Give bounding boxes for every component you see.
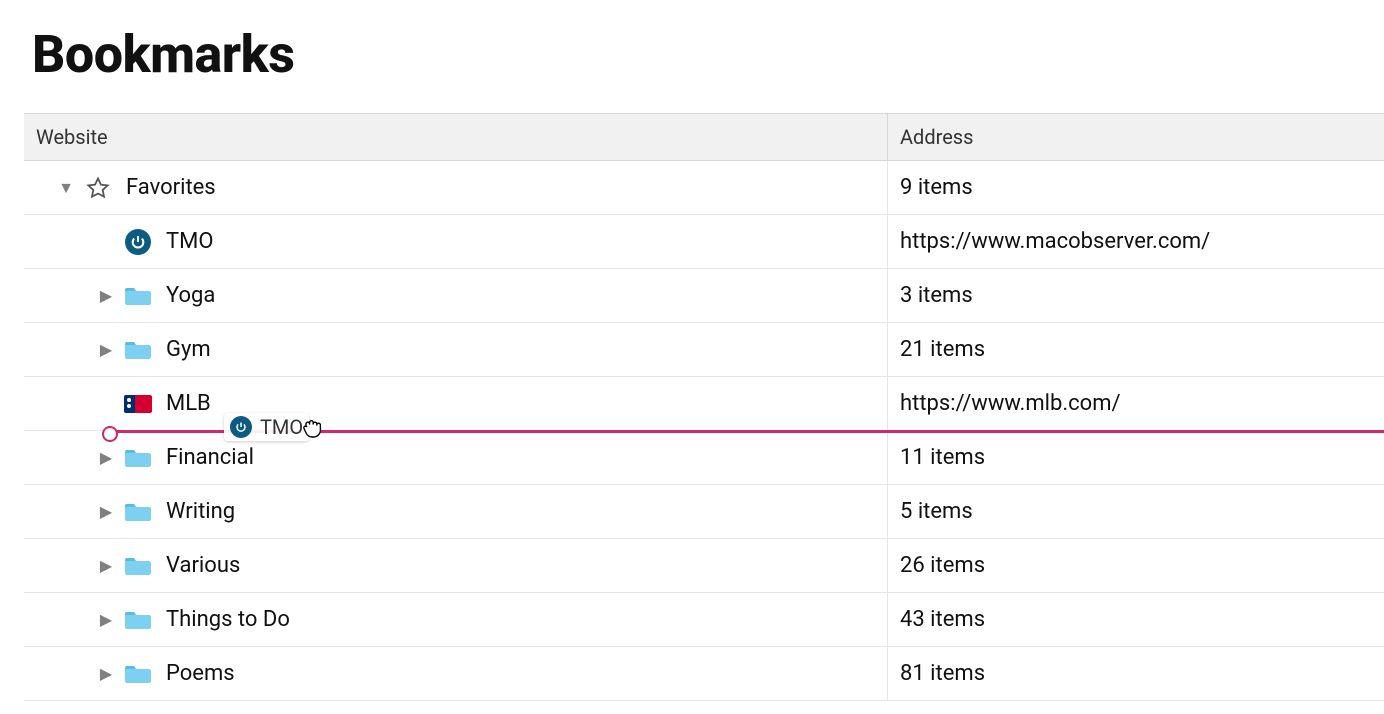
favorites-label: Favorites bbox=[126, 175, 216, 200]
drag-ghost-label: TMO bbox=[260, 415, 303, 439]
bookmark-row-tmo[interactable]: ▶ TMO https://www.macobserver.com/ bbox=[24, 215, 1384, 269]
disclosure-triangle-right-icon[interactable]: ▶ bbox=[94, 448, 118, 467]
folder-icon bbox=[122, 604, 154, 636]
folder-icon bbox=[122, 280, 154, 312]
folder-row-poems[interactable]: ▶ Poems 81 items bbox=[24, 647, 1384, 701]
bookmark-address: https://www.macobserver.com/ bbox=[888, 215, 1384, 268]
folder-icon bbox=[122, 442, 154, 474]
folder-count: 11 items bbox=[888, 431, 1384, 484]
folder-label: Things to Do bbox=[166, 607, 290, 632]
folder-count: 81 items bbox=[888, 647, 1384, 700]
folder-row-writing[interactable]: ▶ Writing 5 items bbox=[24, 485, 1384, 539]
disclosure-triangle-right-icon[interactable]: ▶ bbox=[94, 340, 118, 359]
folder-count: 43 items bbox=[888, 593, 1384, 646]
folder-icon bbox=[122, 496, 154, 528]
folder-row-various[interactable]: ▶ Various 26 items bbox=[24, 539, 1384, 593]
disclosure-triangle-right-icon[interactable]: ▶ bbox=[94, 556, 118, 575]
folder-row-gym[interactable]: ▶ Gym 21 items bbox=[24, 323, 1384, 377]
column-header-address[interactable]: Address bbox=[888, 114, 1384, 160]
column-header-website[interactable]: Website bbox=[24, 114, 888, 160]
table-header: Website Address bbox=[24, 113, 1384, 161]
folder-icon bbox=[122, 658, 154, 690]
favorites-folder-row[interactable]: ▼ Favorites 9 items bbox=[24, 161, 1384, 215]
folder-row-yoga[interactable]: ▶ Yoga 3 items bbox=[24, 269, 1384, 323]
folder-label: Financial bbox=[166, 445, 254, 470]
disclosure-triangle-down-icon[interactable]: ▼ bbox=[54, 178, 78, 198]
disclosure-triangle-right-icon[interactable]: ▶ bbox=[94, 286, 118, 305]
folder-icon bbox=[122, 334, 154, 366]
folder-count: 26 items bbox=[888, 539, 1384, 592]
folder-count: 21 items bbox=[888, 323, 1384, 376]
folder-label: Poems bbox=[166, 661, 235, 686]
disclosure-triangle-right-icon[interactable]: ▶ bbox=[94, 502, 118, 521]
folder-label: Yoga bbox=[166, 283, 215, 308]
folder-label: Writing bbox=[166, 499, 235, 524]
star-icon bbox=[82, 172, 114, 204]
favorites-count: 9 items bbox=[888, 161, 1384, 214]
bookmark-label: MLB bbox=[166, 391, 211, 416]
page-title: Bookmarks bbox=[32, 24, 1384, 85]
folder-count: 5 items bbox=[888, 485, 1384, 538]
folder-label: Various bbox=[166, 553, 240, 578]
drag-ghost-item: TMO bbox=[224, 413, 309, 441]
folder-row-things-to-do[interactable]: ▶ Things to Do 43 items bbox=[24, 593, 1384, 647]
grab-cursor-icon bbox=[299, 413, 327, 445]
folder-label: Gym bbox=[166, 337, 211, 362]
folder-count: 3 items bbox=[888, 269, 1384, 322]
folder-icon bbox=[122, 550, 154, 582]
bookmark-address: https://www.mlb.com/ bbox=[888, 377, 1384, 430]
disclosure-triangle-right-icon[interactable]: ▶ bbox=[94, 664, 118, 683]
mlb-favicon-icon bbox=[122, 388, 154, 420]
tmo-favicon-icon bbox=[122, 226, 154, 258]
disclosure-triangle-right-icon[interactable]: ▶ bbox=[94, 610, 118, 629]
bookmark-label: TMO bbox=[166, 229, 213, 254]
